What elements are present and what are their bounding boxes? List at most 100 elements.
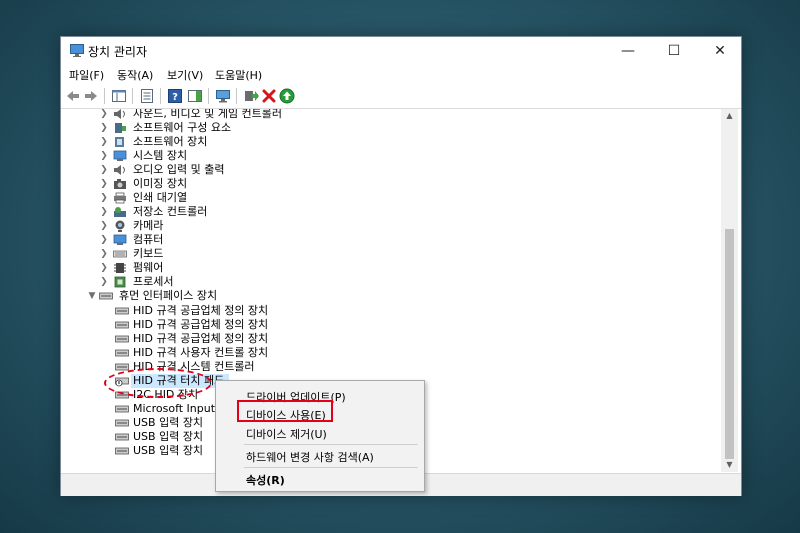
hid-device-icon [115, 349, 129, 357]
context-item-scan-hardware[interactable]: 하드웨어 변경 사항 검색(A) [246, 449, 374, 465]
toolbar: ? [61, 84, 741, 109]
tree-category-software-components[interactable]: ❯ 소프트웨어 구성 요소 [61, 121, 701, 135]
tree-category-imaging[interactable]: ❯ 이미징 장치 [61, 177, 701, 191]
chevron-right-icon[interactable]: ❯ [99, 275, 109, 289]
tree-category-cameras[interactable]: ❯ 카메라 [61, 219, 701, 233]
context-item-properties[interactable]: 속성(R) [246, 472, 285, 488]
menu-action[interactable]: 동작(A) [117, 67, 153, 83]
chevron-right-icon[interactable]: ❯ [99, 149, 109, 163]
audio-io-icon [114, 165, 125, 175]
chevron-right-icon[interactable]: ❯ [99, 233, 109, 247]
toolbar-separator [104, 88, 105, 104]
speaker-icon [114, 109, 125, 119]
uninstall-device-icon[interactable] [261, 88, 277, 104]
tree-device-item[interactable]: HID 규격 사용자 컨트롤 장치 [61, 346, 701, 360]
menu-bar: 파일(F) 동작(A) 보기(V) 도움말(H) [61, 64, 741, 84]
tree-label: HID 규격 공급업체 정의 장치 [133, 318, 269, 331]
context-separator [244, 444, 418, 445]
vertical-scrollbar[interactable]: ▲ ▼ [721, 109, 738, 472]
help-icon[interactable]: ? [167, 88, 183, 104]
hid-device-icon [115, 321, 129, 329]
chevron-right-icon[interactable]: ❯ [99, 261, 109, 275]
chevron-right-icon[interactable]: ❯ [99, 109, 109, 121]
hid-device-icon [115, 405, 129, 413]
tree-category-print-queue[interactable]: ❯ 인쇄 대기열 [61, 191, 701, 205]
tree-category-processors[interactable]: ❯ 프로세서 [61, 275, 701, 289]
hid-device-icon [115, 307, 129, 315]
chevron-right-icon[interactable]: ❯ [99, 191, 109, 205]
tree-label: 소프트웨어 구성 요소 [133, 121, 232, 134]
close-button[interactable]: ✕ [697, 37, 743, 64]
hid-device-icon [115, 433, 129, 441]
tree-label: 펌웨어 [133, 261, 164, 274]
tree-label: 이미징 장치 [133, 177, 188, 190]
context-item-uninstall-device[interactable]: 디바이스 제거(U) [246, 426, 327, 442]
tree-category-software-devices[interactable]: ❯ 소프트웨어 장치 [61, 135, 701, 149]
tree-category-audio-io[interactable]: ❯ 오디오 입력 및 출력 [61, 163, 701, 177]
hid-device-icon [115, 419, 129, 427]
processor-icon [114, 276, 126, 288]
firmware-icon [114, 263, 126, 273]
tree-label: HID 규격 사용자 컨트롤 장치 [133, 346, 269, 359]
chevron-right-icon[interactable]: ❯ [99, 177, 109, 191]
tree-category-storage-controllers[interactable]: ❯ 저장소 컨트롤러 [61, 205, 701, 219]
toolbar-separator [236, 88, 237, 104]
properties-icon[interactable] [139, 88, 155, 104]
svg-text:?: ? [172, 92, 178, 103]
tree-label: Microsoft Input C [133, 402, 227, 415]
title-bar[interactable]: 장치 관리자 — ☐ ✕ [61, 37, 741, 64]
window-title: 장치 관리자 [88, 45, 148, 59]
toolbar-separator [132, 88, 133, 104]
scroll-down-icon[interactable]: ▼ [721, 458, 738, 472]
tree-label: HID 규격 공급업체 정의 장치 [133, 304, 269, 317]
update-driver-icon[interactable] [243, 88, 259, 104]
keyboard-icon [113, 250, 127, 258]
toolbar-separator [208, 88, 209, 104]
tree-label: 인쇄 대기열 [133, 191, 188, 204]
context-menu: 드라이버 업데이트(P) 디바이스 사용(E) 디바이스 제거(U) 하드웨어 … [215, 380, 425, 492]
tree-label: 프로세서 [133, 275, 174, 288]
maximize-button[interactable]: ☐ [651, 37, 697, 64]
chevron-down-icon[interactable]: ▼ [87, 289, 97, 303]
chevron-right-icon[interactable]: ❯ [99, 135, 109, 149]
forward-arrow-icon[interactable] [83, 88, 99, 104]
scroll-up-icon[interactable]: ▲ [721, 109, 738, 123]
tree-label: 컴퓨터 [133, 233, 164, 246]
menu-file[interactable]: 파일(F) [69, 67, 104, 83]
tree-category-hid[interactable]: ▼ 휴먼 인터페이스 장치 [61, 289, 701, 303]
menu-help[interactable]: 도움말(H) [215, 67, 262, 83]
chevron-right-icon[interactable]: ❯ [99, 219, 109, 233]
show-hide-console-tree-icon[interactable] [111, 88, 127, 104]
tree-device-item[interactable]: HID 규격 공급업체 정의 장치 [61, 332, 701, 346]
webcam-icon [115, 220, 125, 232]
tree-label: 휴먼 인터페이스 장치 [119, 289, 218, 302]
context-separator [244, 467, 418, 468]
menu-view[interactable]: 보기(V) [167, 67, 203, 83]
toolbar-separator [160, 88, 161, 104]
tree-category-computer[interactable]: ❯ 컴퓨터 [61, 233, 701, 247]
chevron-right-icon[interactable]: ❯ [99, 247, 109, 261]
tree-category-firmware[interactable]: ❯ 펌웨어 [61, 261, 701, 275]
tree-label: HID 규격 공급업체 정의 장치 [133, 332, 269, 345]
tree-device-item[interactable]: HID 규격 공급업체 정의 장치 [61, 304, 701, 318]
scan-hardware-icon[interactable] [215, 88, 231, 104]
back-arrow-icon[interactable] [65, 88, 81, 104]
annotation-highlight-box [237, 400, 333, 422]
software-device-icon [115, 137, 124, 147]
enable-device-icon[interactable] [279, 88, 295, 104]
tree-category-keyboards[interactable]: ❯ 키보드 [61, 247, 701, 261]
tree-label: USB 입력 장치 [133, 416, 204, 429]
chevron-right-icon[interactable]: ❯ [99, 121, 109, 135]
tree-label: 저장소 컨트롤러 [133, 205, 208, 218]
tree-device-item[interactable]: HID 규격 공급업체 정의 장치 [61, 318, 701, 332]
tree-category-sound[interactable]: ❯ 사운드, 비디오 및 게임 컨트롤러 [61, 109, 701, 121]
annotation-dashed-ellipse [104, 368, 212, 398]
chevron-right-icon[interactable]: ❯ [99, 205, 109, 219]
tree-label: 오디오 입력 및 출력 [133, 163, 225, 176]
chevron-right-icon[interactable]: ❯ [99, 163, 109, 177]
scrollbar-thumb[interactable] [725, 229, 734, 459]
action-pane-icon[interactable] [187, 88, 203, 104]
minimize-button[interactable]: — [605, 37, 651, 64]
tree-label: 소프트웨어 장치 [133, 135, 208, 148]
tree-category-system-devices[interactable]: ❯ 시스템 장치 [61, 149, 701, 163]
